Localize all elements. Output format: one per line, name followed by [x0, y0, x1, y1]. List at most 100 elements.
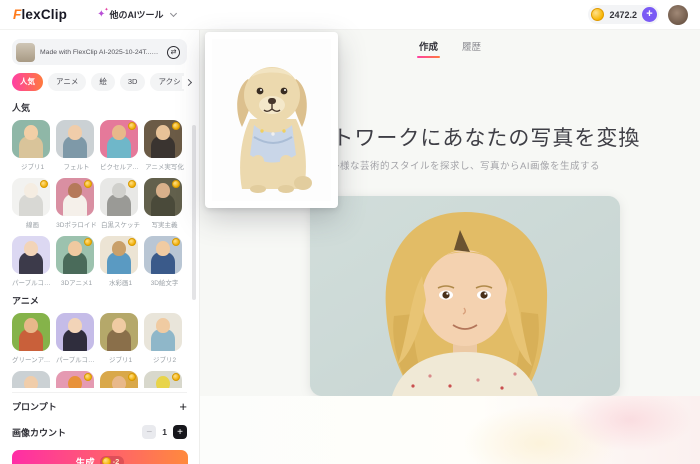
photo-preview-card[interactable]	[205, 32, 338, 208]
category-tab-1[interactable]: アニメ	[48, 73, 87, 91]
ai-tools-menu[interactable]: ✦ 他のAIツール	[97, 8, 177, 21]
thumbnail-figure-head	[24, 125, 38, 140]
style-label: 線画	[26, 222, 39, 229]
style-gallery-scroll-area[interactable]: 人気 ジブリ1 フェルト ピクセルアート アニメ実写化 線画 3Dポラロイド 白黒スケッチ 写実…	[12, 94, 192, 388]
style-thumbnail	[144, 236, 182, 274]
result-image-card	[310, 196, 620, 396]
style-label: 3Dポラロイド	[56, 222, 97, 229]
thumbnail-figure-head	[68, 376, 82, 388]
premium-coin-badge	[128, 238, 136, 246]
add-credits-button[interactable]: +	[642, 7, 657, 22]
style-thumbnail	[56, 178, 94, 216]
style-item[interactable]: フェルト	[12, 371, 53, 388]
uploaded-file-name: Made with FlexClip AI-2025-10-24T...4.pn…	[40, 48, 162, 56]
count-decrease-button[interactable]: −	[142, 425, 157, 439]
chevron-down-icon	[169, 9, 177, 18]
sidebar-scrollbar[interactable]	[192, 125, 196, 300]
premium-coin-badge	[172, 238, 180, 246]
style-item[interactable]: シットコム風カ...	[144, 371, 185, 388]
thumbnail-figure-head	[24, 241, 38, 256]
style-thumbnail	[100, 178, 138, 216]
thumbnail-figure-head	[156, 125, 170, 140]
style-label: 写実主義	[151, 222, 178, 229]
style-thumbnail	[12, 371, 50, 388]
flexclip-logo[interactable]: FlexClip	[13, 7, 67, 22]
image-count-label: 画像カウント	[12, 427, 67, 438]
image-count-row: 画像カウント − 1 +	[12, 419, 187, 445]
credits-pill[interactable]: 2472.2 +	[588, 5, 659, 24]
thumbnail-figure-head	[156, 376, 170, 388]
ai-tools-label: 他のAIツール	[109, 10, 164, 20]
style-item[interactable]: 写実主義	[144, 178, 185, 229]
style-item[interactable]: 白黒スケッチ	[100, 178, 141, 229]
credits-value: 2472.2	[609, 9, 637, 20]
left-sidebar: Made with FlexClip AI-2025-10-24T...4.pn…	[0, 30, 200, 464]
style-item[interactable]: グリーンアート	[12, 313, 53, 364]
style-item[interactable]: マペット	[56, 371, 97, 388]
style-thumbnail	[12, 313, 50, 351]
style-item[interactable]: 水彩画1	[100, 236, 141, 287]
photo-preview-inner	[212, 39, 331, 201]
premium-coin-badge	[172, 373, 180, 381]
thumbnail-figure-head	[68, 125, 82, 140]
category-tabs-bar: 人気アニメ絵3Dアクションフィギュアスタ	[12, 73, 194, 92]
style-item[interactable]: ジブリ1	[100, 313, 141, 364]
style-label: ジブリ2	[152, 357, 177, 364]
thumbnail-figure-head	[112, 183, 126, 198]
top-header: FlexClip ✦ 他のAIツール 2472.2 +	[0, 0, 700, 30]
prompt-section-toggle[interactable]: プロンプト +	[12, 393, 187, 419]
uploaded-file-row[interactable]: Made with FlexClip AI-2025-10-24T...4.pn…	[12, 39, 187, 65]
style-item[interactable]: アニメ実写化	[144, 120, 185, 171]
generate-label: 生成	[75, 457, 95, 464]
thumbnail-figure-head	[156, 241, 170, 256]
category-tab-3[interactable]: 3D	[119, 73, 146, 91]
count-increase-button[interactable]: +	[173, 425, 187, 439]
coin-icon	[101, 457, 111, 464]
style-item[interactable]: ピクセルアート	[100, 120, 141, 171]
premium-coin-badge	[128, 373, 136, 381]
main-panel: 作成 履歴 アートワークにあなたの写真を変換 多様な芸術的スタイルを探求し、写真か…	[200, 30, 700, 464]
generate-cost-badge: -2	[99, 455, 125, 464]
expand-plus-icon[interactable]: +	[179, 400, 187, 413]
user-avatar[interactable]	[668, 4, 688, 25]
style-item[interactable]: 3Dアニメ1	[56, 236, 97, 287]
premium-coin-badge	[128, 122, 136, 130]
style-thumbnail	[100, 371, 138, 388]
style-label: 3Dアニメ1	[60, 280, 93, 287]
style-item[interactable]: 線画	[12, 178, 53, 229]
premium-coin-badge	[40, 180, 48, 188]
style-item[interactable]: パープルコミック	[12, 236, 53, 287]
style-item[interactable]: 3Dポラロイド	[56, 178, 97, 229]
style-thumbnail	[100, 313, 138, 351]
category-tabs: 人気アニメ絵3Dアクションフィギュアスタ	[12, 73, 184, 92]
section-title-1: アニメ	[12, 296, 39, 306]
main-tab-0[interactable]: 作成	[416, 34, 441, 60]
style-item[interactable]: パープルコミック	[56, 313, 97, 364]
girl-illustration	[310, 196, 620, 396]
style-thumbnail	[144, 371, 182, 388]
category-tab-4[interactable]: アクションフィギュア	[150, 73, 184, 91]
style-item[interactable]: 3D絵文字	[144, 236, 185, 287]
style-item[interactable]: ジブリ1	[12, 120, 53, 171]
main-tab-1[interactable]: 履歴	[460, 34, 483, 60]
style-label: ジブリ1	[20, 164, 45, 171]
style-item[interactable]: フェルト	[56, 120, 97, 171]
prompt-label: プロンプト	[12, 401, 57, 412]
sparkle-icon: ✦	[97, 8, 109, 20]
category-tab-2[interactable]: 絵	[91, 73, 115, 91]
thumbnail-figure-head	[112, 376, 126, 388]
replace-image-icon[interactable]: ⇄	[167, 45, 180, 59]
premium-coin-badge	[84, 180, 92, 188]
coin-icon	[591, 8, 605, 21]
thumbnail-figure-head	[24, 376, 38, 388]
style-item[interactable]: ジブリ2	[144, 313, 185, 364]
style-label: 水彩画1	[108, 280, 133, 287]
premium-coin-badge	[84, 238, 92, 246]
tabs-scroll-right-button[interactable]	[182, 76, 194, 89]
category-tab-0[interactable]: 人気	[12, 73, 43, 91]
style-thumbnail	[144, 178, 182, 216]
chevron-right-icon	[184, 78, 192, 87]
style-item[interactable]: かぎ針編み人形	[100, 371, 141, 388]
style-label: フェルト	[63, 164, 90, 171]
generate-button[interactable]: 生成 -2	[12, 450, 188, 464]
